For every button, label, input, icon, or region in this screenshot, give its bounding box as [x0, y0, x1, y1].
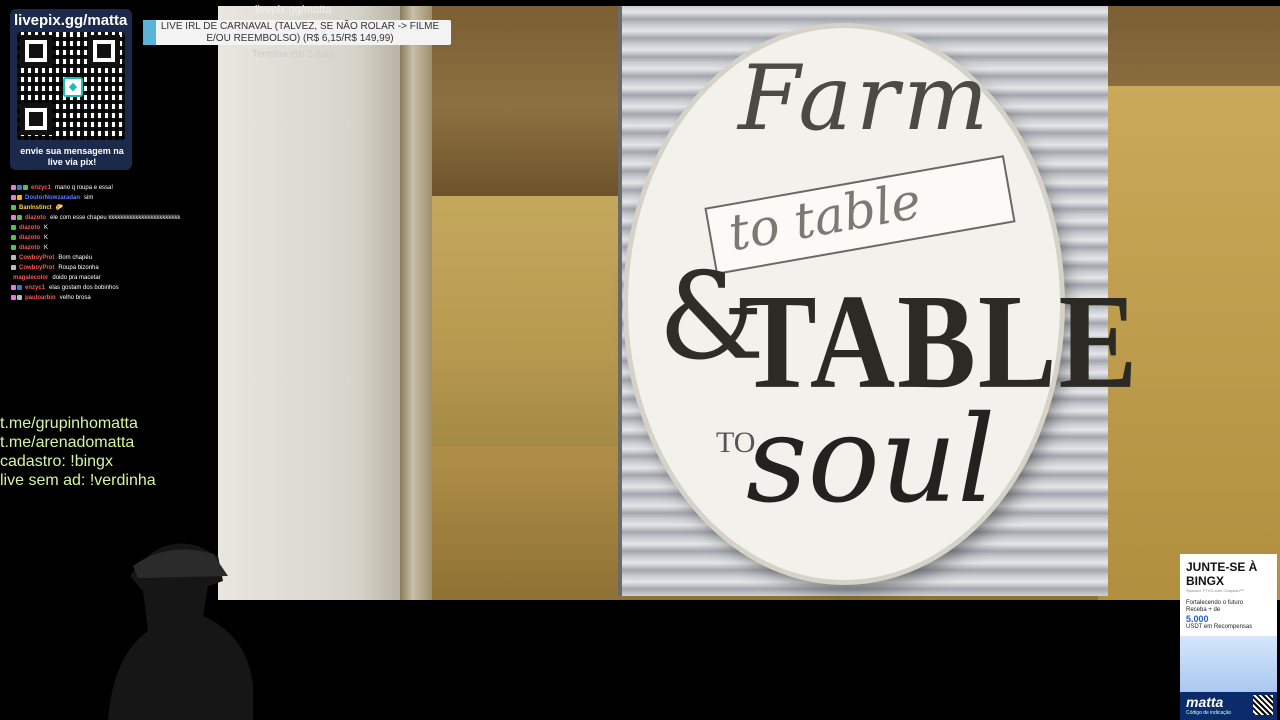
ad-code-label: Código de indicação — [1186, 710, 1232, 716]
chat-message: CowboyProt Roupa bizonha — [11, 264, 211, 274]
ad-note: Sponsor. FTVG.com Chapeau™ — [1186, 588, 1244, 593]
chat-text: K — [44, 225, 49, 231]
sign-word-soul: soul — [746, 391, 996, 530]
chat-message: diazoto K — [11, 234, 211, 244]
goal-progress-bar: LIVE IRL DE CARNAVAL (TALVEZ, SE NÃO ROL… — [143, 20, 451, 45]
chat-message: enzyc1 mano q roupa e essa! — [11, 184, 211, 194]
chat-badge-icon — [17, 184, 22, 190]
chat-text: sim — [84, 195, 94, 201]
sign-word-farm: Farm — [738, 46, 993, 151]
chat-text: K — [44, 235, 49, 241]
link-line: live sem ad: !verdinha — [0, 472, 156, 489]
link-line: cadastro: !bingx — [0, 453, 113, 470]
chat-badge-icon — [11, 194, 16, 200]
chat-badge-icon — [11, 224, 16, 230]
chat-badge-icon — [17, 194, 22, 200]
goal-progress-fill — [143, 20, 156, 45]
chat-text: doido pra macetar — [52, 275, 101, 281]
chat-text: velho brosa — [59, 295, 91, 301]
chat-username[interactable]: CowboyProt — [19, 265, 54, 271]
chat-badge-icon — [11, 214, 16, 220]
chat-username[interactable]: diazoto — [19, 235, 40, 241]
goal-ends: Termina em 2 dias — [252, 49, 334, 60]
chat-username[interactable]: enzyc1 — [31, 185, 51, 191]
bingx-ad[interactable]: JUNTE-SE À BINGX Sponsor. FTVG.com Chape… — [1180, 554, 1277, 720]
chat-text: Roupa bizonha — [58, 265, 99, 271]
chat-text: K — [44, 245, 49, 251]
goal-text: LIVE IRL DE CARNAVAL (TALVEZ, SE NÃO ROL… — [160, 21, 440, 44]
chat-username[interactable]: diazoto — [19, 245, 40, 251]
chat-badge-icon — [11, 244, 16, 250]
chat-message: DoutorNowzaradan sim — [11, 194, 211, 204]
ad-line: Fortalecendo o futuro Receba + de — [1186, 600, 1244, 613]
chat-username[interactable]: CowboyProt — [19, 255, 54, 261]
qr-finder — [88, 35, 120, 67]
chat-message: diazoto ele com esse chapeu kkkkkkkkkkkkk… — [11, 214, 211, 222]
chat-message: pauloarbio velho brosa — [11, 294, 211, 304]
chat-username[interactable]: diazoto — [25, 215, 46, 221]
chat-message: diazoto K — [11, 224, 211, 234]
chat-message: enzyc1 elas gostam dos bobinhos — [11, 284, 211, 292]
goal-source: livepix.gg/matta — [255, 4, 332, 16]
white-door — [218, 6, 400, 600]
chat-badge-icon — [11, 254, 16, 260]
chat-badge-icon — [11, 184, 16, 190]
qr-finder — [20, 103, 52, 135]
chat-message: diazoto K — [11, 244, 211, 254]
livepix-title: livepix.gg/matta — [14, 12, 128, 29]
chat-username[interactable]: pauloarbio — [25, 295, 56, 301]
links-panel: t.me/grupinhomatta t.me/arenadomatta cadas… — [0, 414, 156, 490]
chat-text: Bom chapéu — [58, 255, 93, 261]
chat-text: elas gostam dos bobinhos — [49, 285, 119, 291]
chat-badge-icon — [11, 204, 16, 210]
stream-video: Farm to table & TABLE TO soul — [218, 6, 1280, 600]
chat-text: mano q roupa e essa! — [55, 185, 114, 191]
chat-username[interactable]: DoutorNowzaradan — [25, 195, 80, 201]
chat-badge-icon — [11, 234, 16, 240]
pix-logo-icon: ◆ — [63, 77, 83, 97]
chat-username[interactable]: magalecolor — [13, 275, 48, 281]
chat-message: magalecolor doido pra macetar — [11, 274, 211, 284]
ad-brand: matta — [1186, 694, 1224, 710]
ad-photo — [1180, 636, 1277, 692]
chat-overlay: enzyc1 mano q roupa e essa! DoutorNowzarad… — [11, 184, 211, 304]
chat-badge-icon — [23, 184, 28, 190]
door-frame — [400, 6, 432, 600]
chat-text: ele com esse chapeu kkkkkkkkkkkkkkkkkkkk… — [50, 215, 181, 221]
ad-amount: 5.000 — [1186, 614, 1209, 624]
ad-title: JUNTE-SE À BINGX — [1186, 560, 1258, 588]
mascot-silhouette — [108, 543, 253, 720]
chat-message: CowboyProt Bom chapéu — [11, 254, 211, 264]
chat-username[interactable]: enzyc1 — [25, 285, 45, 291]
chat-username[interactable]: diazoto — [19, 225, 40, 231]
ad-qr-code — [1253, 695, 1273, 715]
chat-badge-icon — [17, 294, 22, 300]
link-line: t.me/arenadomatta — [0, 434, 135, 451]
chat-message: Banlnstinct 🌮 — [11, 204, 211, 214]
chat-badge-icon — [17, 214, 22, 220]
ad-reward: USDT em Recompensas — [1186, 624, 1253, 630]
chat-badge-icon — [11, 294, 16, 300]
chat-text: 🌮 — [55, 205, 64, 211]
chat-badge-icon — [17, 284, 22, 290]
chat-badge-icon — [11, 264, 16, 270]
qr-finder — [20, 35, 52, 67]
livepix-caption: envie sua mensagem na live via pix! — [20, 146, 124, 167]
link-line: t.me/grupinhomatta — [0, 415, 138, 432]
chat-badge-icon — [11, 284, 16, 290]
chat-username[interactable]: Banlnstinct — [19, 205, 52, 211]
